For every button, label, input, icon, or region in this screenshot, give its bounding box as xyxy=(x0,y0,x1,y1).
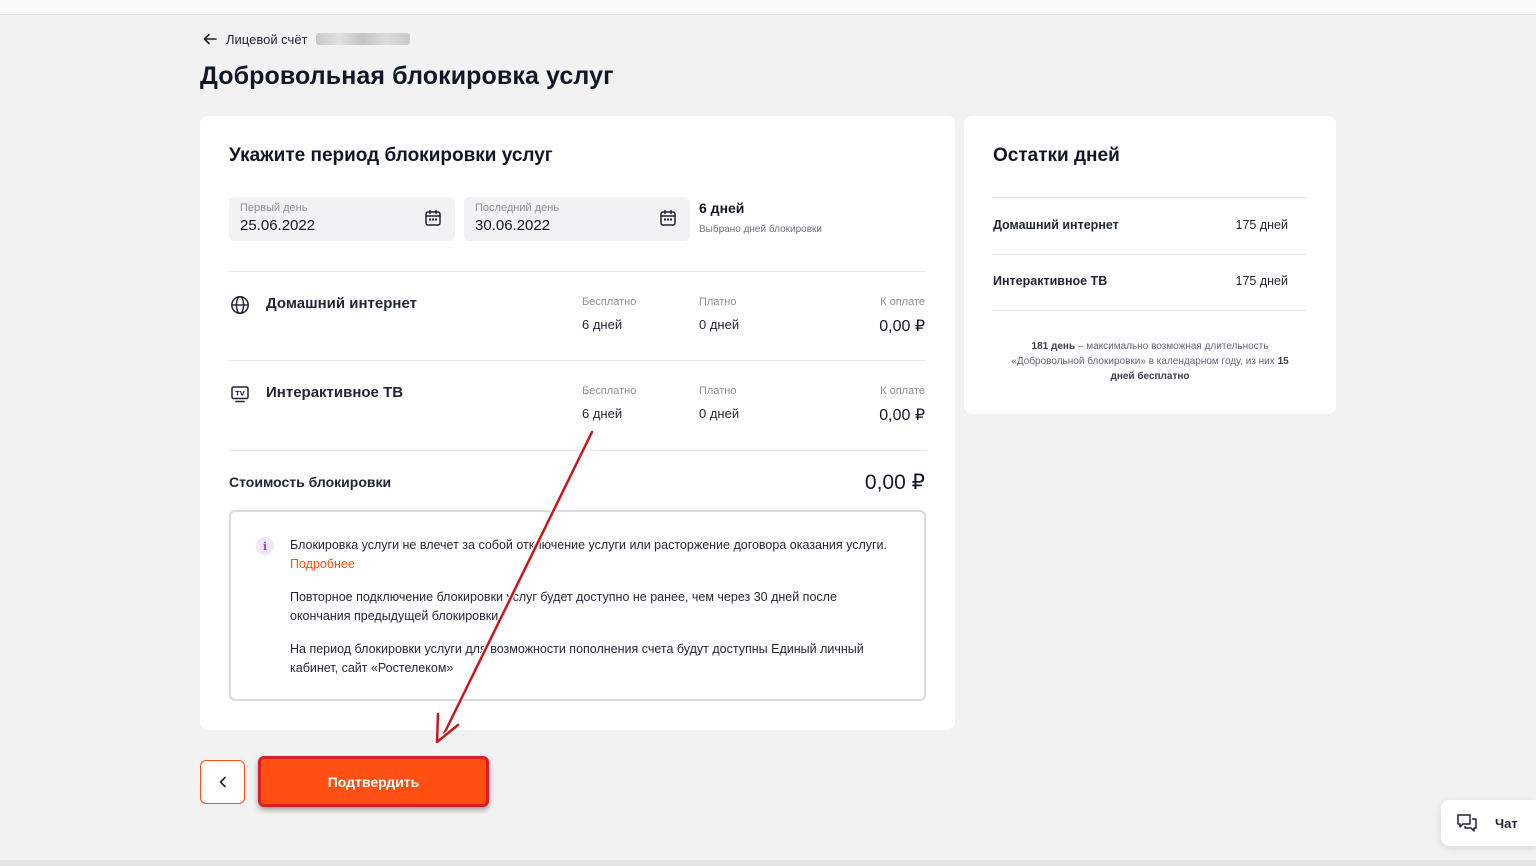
divider xyxy=(993,197,1306,198)
remaining-tv-label: Интерактивное ТВ xyxy=(993,274,1108,288)
last-day-label: Последний день xyxy=(475,202,559,214)
info-text-2: Повторное подключение блокировки услуг б… xyxy=(290,590,837,623)
last-day-field[interactable]: Последний день 30.06.2022 xyxy=(464,197,690,241)
info-text-3: На период блокировки услуги для возможно… xyxy=(290,642,864,675)
tv-icon: TV xyxy=(231,386,249,403)
pay-value: 0,00 ₽ xyxy=(879,407,925,424)
cost-label: Стоимость блокировки xyxy=(229,474,392,490)
info-text-1-body: Блокировка услуги не влечет за собой отк… xyxy=(290,538,887,552)
breadcrumb-label: Лицевой счёт xyxy=(226,31,308,47)
svg-text:TV: TV xyxy=(235,390,244,398)
globe-icon xyxy=(231,296,249,314)
divider xyxy=(993,310,1306,311)
confirm-button[interactable]: Подтвердить xyxy=(258,756,489,807)
first-day-label: Первый день xyxy=(240,202,308,214)
chat-icon xyxy=(1457,814,1477,832)
pay-label: К оплате xyxy=(880,385,925,397)
paid-label: Платно xyxy=(699,296,737,308)
chat-label: Чат xyxy=(1495,816,1518,831)
divider xyxy=(229,271,926,272)
divider xyxy=(993,254,1306,255)
free-value: 6 дней xyxy=(582,406,623,421)
divider xyxy=(229,450,926,451)
remaining-title: Остатки дней xyxy=(993,145,1120,166)
block-period-card: Укажите период блокировки услуг Первый д… xyxy=(200,116,955,730)
back-button[interactable] xyxy=(200,760,245,804)
calendar-icon[interactable] xyxy=(423,208,443,228)
service-name-internet: Домашний интернет xyxy=(266,295,417,312)
paid-value: 0 дней xyxy=(699,406,740,421)
bottom-bar xyxy=(0,860,1536,866)
remaining-internet-value: 175 дней xyxy=(1235,218,1288,232)
remaining-internet-label: Домашний интернет xyxy=(993,218,1119,232)
top-bar xyxy=(0,0,1536,15)
info-box: i Блокировка услуги не влечет за собой о… xyxy=(229,510,926,701)
paid-label: Платно xyxy=(699,385,737,397)
paid-value: 0 дней xyxy=(699,317,740,332)
free-label: Бесплатно xyxy=(582,296,637,308)
last-day-value: 30.06.2022 xyxy=(475,217,551,234)
pay-label: К оплате xyxy=(880,296,925,308)
selected-days-caption: Выбрано дней блокировки xyxy=(699,224,822,235)
page-title: Добровольная блокировка услуг xyxy=(200,62,614,90)
first-day-value: 25.06.2022 xyxy=(240,217,316,234)
free-value: 6 дней xyxy=(582,317,623,332)
info-icon: i xyxy=(256,537,274,555)
calendar-icon[interactable] xyxy=(658,208,678,228)
remaining-days-card: Остатки дней Домашний интернет 175 дней … xyxy=(964,116,1336,414)
selected-days-count: 6 дней xyxy=(699,200,745,216)
account-number-blurred xyxy=(315,33,410,45)
info-text-1: Блокировка услуги не влечет за собой отк… xyxy=(290,536,900,573)
chevron-left-icon xyxy=(219,776,226,788)
chat-button[interactable]: Чат xyxy=(1441,800,1536,846)
service-name-tv: Интерактивное ТВ xyxy=(266,384,404,401)
more-link[interactable]: Подробнее xyxy=(290,557,355,571)
period-title: Укажите период блокировки услуг xyxy=(229,145,553,166)
breadcrumb[interactable]: Лицевой счёт xyxy=(202,30,410,48)
first-day-field[interactable]: Первый день 25.06.2022 xyxy=(229,197,455,241)
arrow-left-icon xyxy=(203,33,217,45)
remaining-tv-value: 175 дней xyxy=(1235,274,1288,288)
cost-value: 0,00 ₽ xyxy=(864,471,925,494)
divider xyxy=(229,360,926,361)
pay-value: 0,00 ₽ xyxy=(879,318,925,335)
note-bold-max: 181 день xyxy=(1031,341,1076,352)
free-label: Бесплатно xyxy=(582,385,637,397)
remaining-note: 181 день – максимально возможная длитель… xyxy=(1004,339,1296,384)
